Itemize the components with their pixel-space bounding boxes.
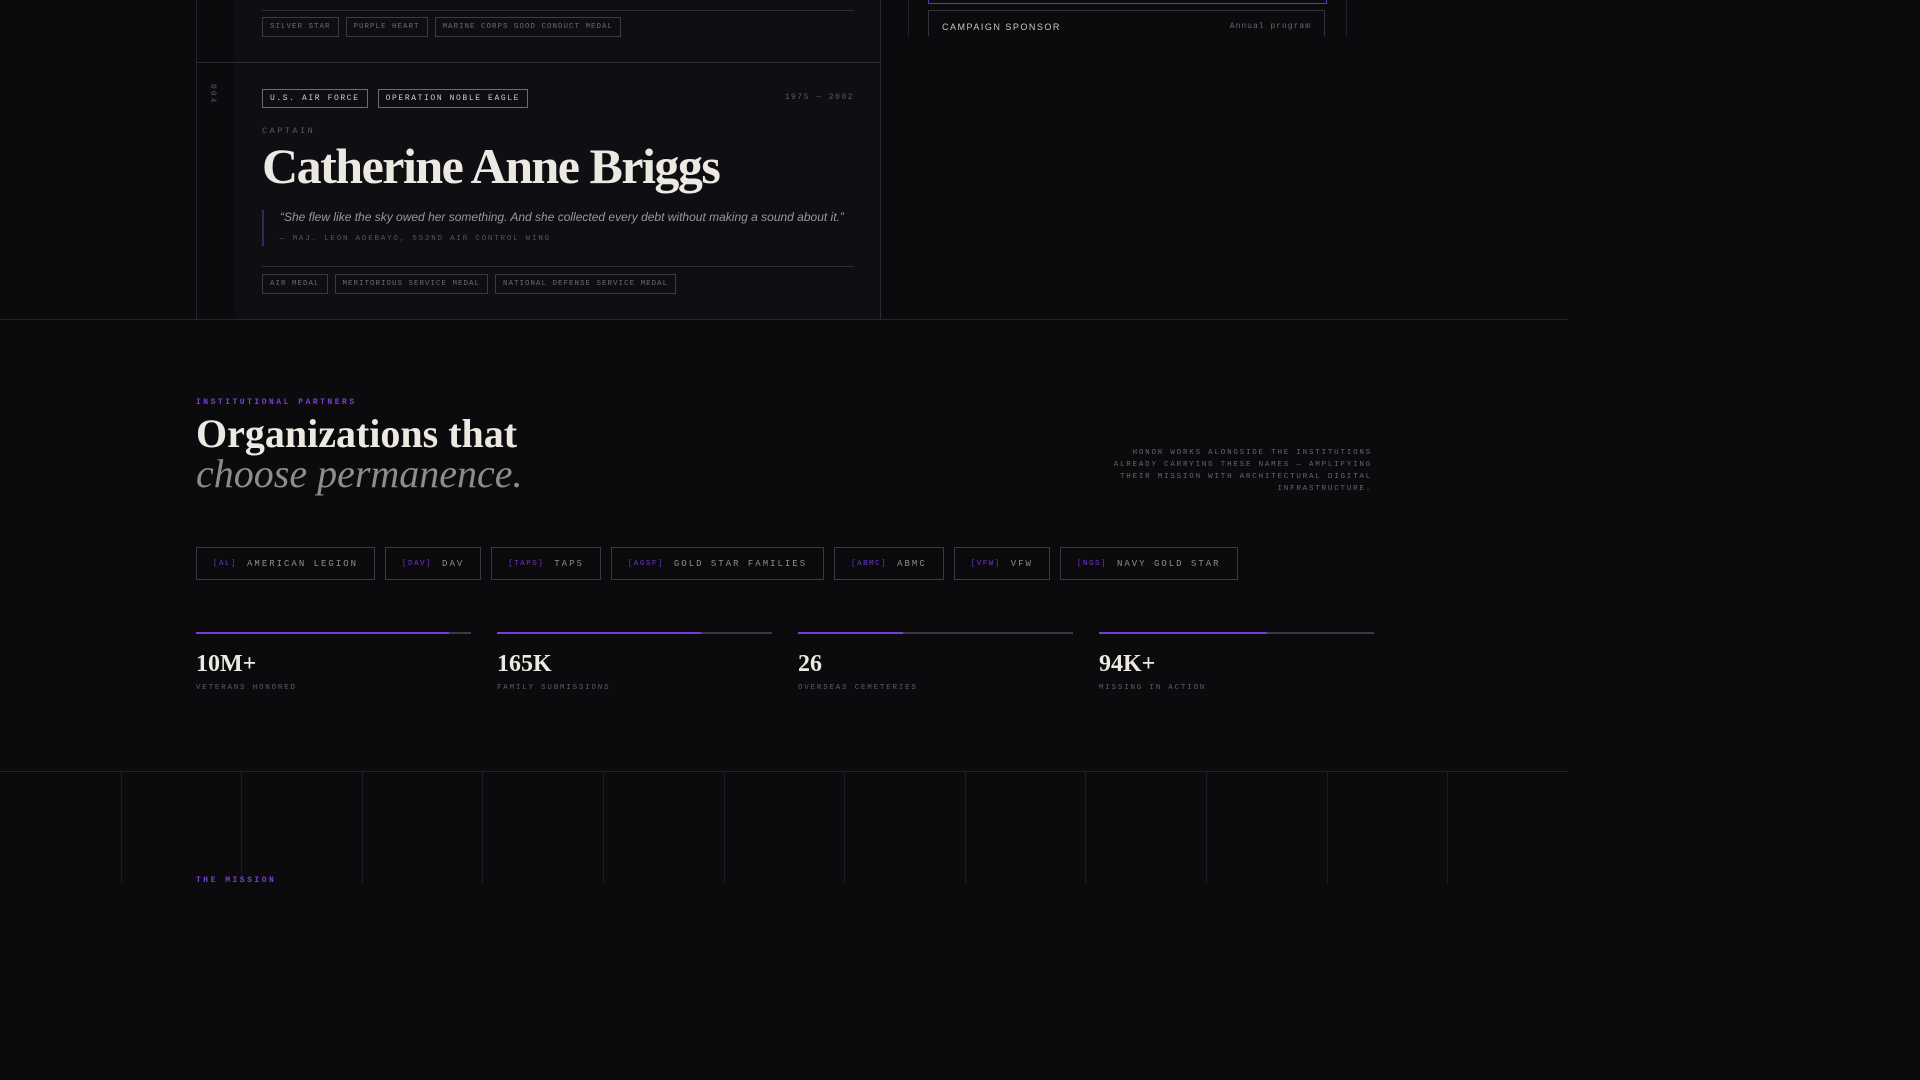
partner-name: NAVY GOLD STAR <box>1116 558 1221 569</box>
partner-chip-american-legion[interactable]: [AL] AMERICAN LEGION <box>196 547 376 580</box>
stat-progress-bar <box>196 632 471 634</box>
impact-stats: 10M+ VETERANS HONORED 165K FAMILY SUBMIS… <box>196 632 1374 692</box>
stat-progress-bar <box>1099 632 1374 634</box>
stat-value: 26 <box>798 651 822 677</box>
partners-eyebrow: INSTITUTIONAL PARTNERS <box>196 398 357 407</box>
partner-chip-vfw[interactable]: [VFW] VFW <box>953 547 1050 580</box>
partner-chip-gold-star-families[interactable]: [AGSF] GOLD STAR FAMILIES <box>610 547 825 580</box>
stat-progress-fill <box>196 632 449 634</box>
partner-abbr: [AL] <box>213 559 238 568</box>
partner-chip-abmc[interactable]: [ABMC] ABMC <box>834 547 944 580</box>
campaign-sponsor-option[interactable]: CAMPAIGN SPONSOR Annual program <box>928 10 1325 36</box>
partner-name: AMERICAN LEGION <box>247 558 359 569</box>
card-rule <box>262 266 854 267</box>
stat-overseas-cemeteries: 26 OVERSEAS CEMETERIES <box>798 632 1073 692</box>
card-divider <box>196 62 881 63</box>
branch-tag: U.S. AIR FORCE <box>262 89 368 108</box>
medal-tag: AIR MEDAL <box>262 274 328 294</box>
stat-label: OVERSEAS CEMETERIES <box>798 684 918 692</box>
partner-name: VFW <box>1010 558 1033 569</box>
partner-chip-taps[interactable]: [TAPS] TAPS <box>491 547 601 580</box>
stat-label: VETERANS HONORED <box>196 684 297 692</box>
grid-line <box>1327 772 1328 883</box>
partner-abbr: [AGSF] <box>627 559 664 568</box>
service-years: 1975 — 2002 <box>784 93 854 102</box>
stat-family-submissions: 165K FAMILY SUBMISSIONS <box>497 632 772 692</box>
grid-line <box>482 772 483 883</box>
stat-value: 94K+ <box>1099 651 1156 677</box>
partner-abbr: [VFW] <box>970 559 1001 568</box>
partner-chip-dav[interactable]: [DAV] DAV <box>385 547 482 580</box>
stat-missing-in-action: 94K+ MISSING IN ACTION <box>1099 632 1374 692</box>
grid-line <box>1206 772 1207 883</box>
previous-card-medals: SILVER STAR PURPLE HEART MARINE CORPS GO… <box>262 17 622 37</box>
service-tags: U.S. AIR FORCE OPERATION NOBLE EAGLE <box>262 89 529 108</box>
stat-label: FAMILY SUBMISSIONS <box>497 684 611 692</box>
tribute-quote: “She flew like the sky owed her somethin… <box>262 210 860 246</box>
previous-card-rule <box>262 10 854 11</box>
quote-text: “She flew like the sky owed her somethin… <box>280 210 844 224</box>
partner-name: GOLD STAR FAMILIES <box>673 558 808 569</box>
grid-line <box>965 772 966 883</box>
stat-label: MISSING IN ACTION <box>1099 684 1207 692</box>
medal-tag: NATIONAL DEFENSE SERVICE MEDAL <box>495 274 677 294</box>
partner-abbr: [TAPS] <box>508 559 545 568</box>
medal-tag: MERITORIOUS SERVICE MEDAL <box>334 274 489 294</box>
partners-headline: Organizations that <box>196 411 518 456</box>
selected-option-accent <box>928 0 1327 4</box>
sponsor-label: CAMPAIGN SPONSOR <box>942 22 1061 32</box>
partners-headline-italic: choose permanence. <box>196 451 523 496</box>
grid-line <box>1085 772 1086 883</box>
mission-eyebrow: THE MISSION <box>196 876 277 885</box>
medal-tag: SILVER STAR <box>262 17 339 37</box>
stat-progress-fill <box>497 632 701 634</box>
partners-description: HONOR WORKS ALONGSIDE THE INSTITUTIONS A… <box>1113 449 1372 493</box>
honoree-name[interactable]: Catherine Anne Briggs <box>262 136 721 196</box>
stat-progress-fill <box>1099 632 1267 634</box>
quote-attribution: — MAJ. LEON ADEBAYO, 552ND AIR CONTROL W… <box>280 235 551 243</box>
memorial-index: 004 <box>208 84 217 105</box>
grid-line <box>362 772 363 883</box>
sponsor-note: Annual program <box>1229 22 1311 31</box>
stat-veterans-honored: 10M+ VETERANS HONORED <box>196 632 471 692</box>
partner-abbr: [DAV] <box>402 559 433 568</box>
memorial-section: SILVER STAR PURPLE HEART MARINE CORPS GO… <box>0 0 1568 320</box>
grid-line <box>241 772 242 883</box>
partner-list: [AL] AMERICAN LEGION [DAV] DAV [TAPS] TA… <box>196 547 1238 580</box>
stat-value: 165K <box>497 651 552 677</box>
partner-name: ABMC <box>897 558 927 569</box>
partner-chip-navy-gold-star[interactable]: [NGS] NAVY GOLD STAR <box>1059 547 1238 580</box>
mission-section <box>0 771 1568 883</box>
grid-line <box>121 772 122 883</box>
grid-line <box>603 772 604 883</box>
stat-progress-fill <box>798 632 903 634</box>
partner-abbr: [NGS] <box>1076 559 1107 568</box>
operation-tag: OPERATION NOBLE EAGLE <box>377 89 529 108</box>
medal-tag: PURPLE HEART <box>345 17 428 37</box>
grid-line <box>1447 772 1448 883</box>
honoree-medals: AIR MEDAL MERITORIOUS SERVICE MEDAL NATI… <box>262 274 677 294</box>
index-rail <box>196 0 237 319</box>
grid-line <box>844 772 845 883</box>
stat-value: 10M+ <box>196 651 257 677</box>
partner-name: TAPS <box>554 558 584 569</box>
partner-abbr: [ABMC] <box>851 559 888 568</box>
medal-tag: MARINE CORPS GOOD CONDUCT MEDAL <box>434 17 622 37</box>
stat-progress-bar <box>497 632 772 634</box>
grid-line <box>724 772 725 883</box>
rank-label: CAPTAIN <box>262 126 316 136</box>
stat-progress-bar <box>798 632 1073 634</box>
partner-name: DAV <box>442 558 465 569</box>
